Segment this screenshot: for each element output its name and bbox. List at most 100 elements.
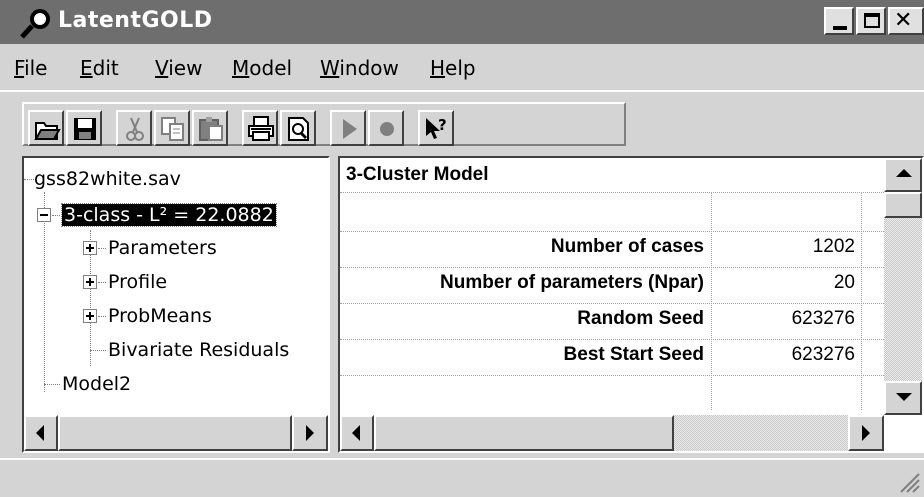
toolbar: ? [0,92,924,154]
tree-item-probmeans[interactable]: ProbMeans [108,301,212,331]
open-button[interactable] [28,110,64,146]
status-bar [0,458,924,497]
grid-hscroll-thumb[interactable] [374,415,674,451]
tree-item-parameters[interactable]: Parameters [108,233,217,263]
grid-label-cases: Number of cases [550,236,704,257]
grid-line [861,192,862,410]
menu-view-label: iew [168,56,203,80]
grid-scroll-down-button[interactable] [884,381,922,415]
grid-line [340,192,884,193]
menu-edit-label: dit [92,56,119,80]
tree-line [90,350,106,351]
menu-file-accel: F [14,56,25,80]
menu-file[interactable]: File [14,56,47,80]
grid-value-npar[interactable]: 20 [711,272,855,294]
expand-icon[interactable] [83,309,97,323]
close-button[interactable]: ✕ [888,7,924,35]
stop-icon [380,122,394,136]
save-icon [74,118,96,140]
save-button[interactable] [66,110,102,146]
run-button[interactable] [330,110,366,146]
copy-button[interactable] [154,110,190,146]
toolbar-frame: ? [22,102,626,146]
paste-button[interactable] [192,110,228,146]
model-tree-pane: gss82white.sav 3-class - L² = 22.0882 Pa… [22,156,330,453]
tree-line [98,248,106,249]
copy-icon [161,117,184,141]
minimize-button[interactable] [824,7,854,35]
tree-scroll-right-button[interactable] [292,415,328,451]
arrow-left-icon [36,425,44,441]
menu-edit[interactable]: Edit [80,56,119,80]
menu-help[interactable]: Help [430,56,476,80]
tree-line [98,282,106,283]
grid-value-random-seed[interactable]: 623276 [711,308,855,330]
tree-item-bivariate-residuals[interactable]: Bivariate Residuals [108,335,289,365]
tree-line [44,192,45,392]
menu-window-label: indow [339,56,399,80]
grid-line [340,267,884,268]
arrow-left-icon [352,425,360,441]
grid-value-best-start-seed[interactable]: 623276 [711,344,855,366]
plus-glyph-v [89,278,91,286]
arrow-right-icon [862,425,870,441]
expand-icon[interactable] [83,275,97,289]
context-help-icon: ? [426,116,447,139]
magnifier-icon [20,9,50,39]
minus-glyph [40,214,48,216]
context-help-button[interactable]: ? [418,110,454,146]
menu-model[interactable]: Model [232,56,292,80]
grid-label-best-start-seed: Best Start Seed [563,344,704,365]
menu-help-label: elp [445,56,476,80]
expand-icon[interactable] [83,241,97,255]
cut-icon [126,117,144,141]
print-preview-button[interactable] [280,110,316,146]
window-title: LatentGOLD [58,8,213,33]
grid-line [340,303,884,304]
maximize-icon [864,13,880,28]
grid-scroll-right-button[interactable] [848,415,884,451]
grid-line [340,375,884,376]
grid-value-cases[interactable]: 1202 [711,236,855,258]
title-bar[interactable]: LatentGOLD ✕ [0,0,924,44]
grid-line [711,192,712,410]
grid-scroll-up-button[interactable] [884,158,922,192]
tree-model-1[interactable]: 3-class - L² = 22.0882 [61,200,277,230]
grid-vscroll-thumb[interactable] [884,192,922,218]
open-icon [34,122,61,140]
stop-button[interactable] [368,110,404,146]
print-button[interactable] [242,110,278,146]
cut-button[interactable] [116,110,152,146]
minimize-icon [833,26,847,30]
arrow-down-icon [896,393,912,401]
app-window: LatentGOLD ✕ File Edit View Model Window… [0,0,924,497]
menu-bar: File Edit View Model Window Help [0,46,924,88]
grid-label-npar: Number of parameters (Npar) [440,272,704,293]
tree-scroll-thumb[interactable] [58,415,292,451]
print-icon [248,116,274,141]
paste-icon [199,117,223,141]
menu-window[interactable]: Window [320,56,399,80]
menu-view[interactable]: View [155,56,202,80]
tree-line [52,215,60,216]
grid-scroll-left-button[interactable] [340,415,374,451]
menu-model-label: odel [249,56,293,80]
collapse-icon[interactable] [37,208,51,222]
tree-model-1-label: 3-class - L² = 22.0882 [61,203,277,227]
output-grid-pane: 3-Cluster Model Number of cases 1202 Num… [338,156,924,453]
grid-line [340,231,884,232]
maximize-button[interactable] [856,7,886,35]
grid-label-random-seed: Random Seed [577,308,704,329]
svg-text:?: ? [438,116,447,134]
menu-edit-accel: E [80,56,93,80]
menu-help-accel: H [430,56,446,80]
plus-glyph-v [89,312,91,320]
grid-line [340,339,884,340]
resize-grip-icon[interactable] [898,471,920,493]
tree-item-profile[interactable]: Profile [108,267,167,297]
menu-view-accel: V [155,56,169,80]
tree-scroll-left-button[interactable] [24,415,58,451]
tree-model-2[interactable]: Model2 [62,369,131,399]
tree-root-file[interactable]: gss82white.sav [34,164,181,194]
output-grid: 3-Cluster Model Number of cases 1202 Num… [340,158,884,410]
